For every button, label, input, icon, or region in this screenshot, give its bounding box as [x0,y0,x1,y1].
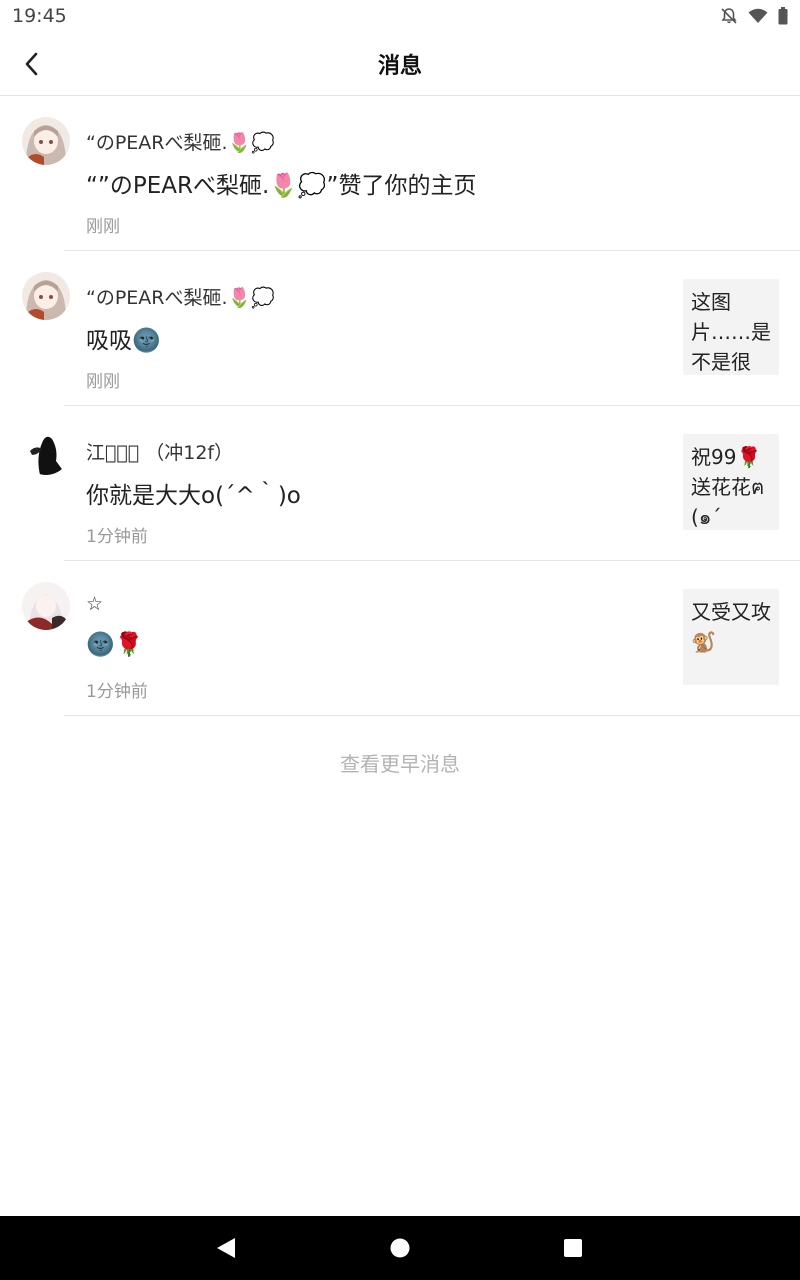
message-text: 你就是大大o(´^｀)o [86,483,301,509]
nav-home-button[interactable] [388,1236,412,1260]
notifications-off-icon [720,7,738,25]
sender-name: “のPEARべ梨砸.🌷💭 [86,287,275,309]
avatar[interactable] [22,117,70,165]
page-title: 消息 [377,53,422,79]
message-time: 刚刚 [86,217,120,237]
message-text: 🌚🌹 [86,632,144,658]
message-time: 刚刚 [86,372,120,392]
post-thumbnail[interactable]: 这图片……是不是很 [683,279,779,375]
circle-home-icon [390,1238,410,1258]
view-older-messages-link[interactable]: 查看更早消息 [0,748,800,777]
back-arrow-icon [25,52,38,76]
status-time: 19:45 [12,5,67,27]
back-button[interactable] [14,46,50,82]
status-bar: 19:45 [0,0,800,32]
message-item[interactable]: “のPEARべ梨砸.🌷💭 吸吸🌚 刚刚 这图片……是不是很 [0,251,800,406]
avatar[interactable] [22,427,70,475]
nav-back-button[interactable] [214,1236,238,1260]
message-time: 1分钟前 [86,682,148,702]
divider [64,715,800,716]
sender-name: 江楠⃣⃣ （冲12f） [86,442,234,464]
message-item[interactable]: ☆ 🌚🌹 1分钟前 又受又攻🐒 [0,561,800,716]
triangle-back-icon [217,1238,235,1258]
battery-icon [778,7,788,25]
message-list: “のPEARべ梨砸.🌷💭 “”のPEARべ梨砸.🌷💭”赞了你的主页 刚刚 “のP… [0,96,800,716]
app-bar: 消息 [0,32,800,96]
wifi-icon [748,8,768,24]
message-text: 吸吸🌚 [86,328,161,354]
avatar[interactable] [22,272,70,320]
sender-name: “のPEARべ梨砸.🌷💭 [86,132,275,154]
message-item[interactable]: “のPEARべ梨砸.🌷💭 “”のPEARべ梨砸.🌷💭”赞了你的主页 刚刚 [0,96,800,251]
system-nav-bar [0,1216,800,1280]
message-item[interactable]: 江楠⃣⃣ （冲12f） 你就是大大o(´^｀)o 1分钟前 祝99🌹送花花ฅ(๑… [0,406,800,561]
status-icons [720,7,788,25]
nav-recents-button[interactable] [561,1236,585,1260]
square-recents-icon [564,1239,582,1257]
avatar[interactable] [22,582,70,630]
post-thumbnail[interactable]: 又受又攻🐒 [683,589,779,685]
post-thumbnail[interactable]: 祝99🌹送花花ฅ(๑´ [683,434,779,530]
message-time: 1分钟前 [86,527,148,547]
message-text: “”のPEARべ梨砸.🌷💭”赞了你的主页 [86,173,477,199]
sender-name: ☆ [86,593,104,615]
